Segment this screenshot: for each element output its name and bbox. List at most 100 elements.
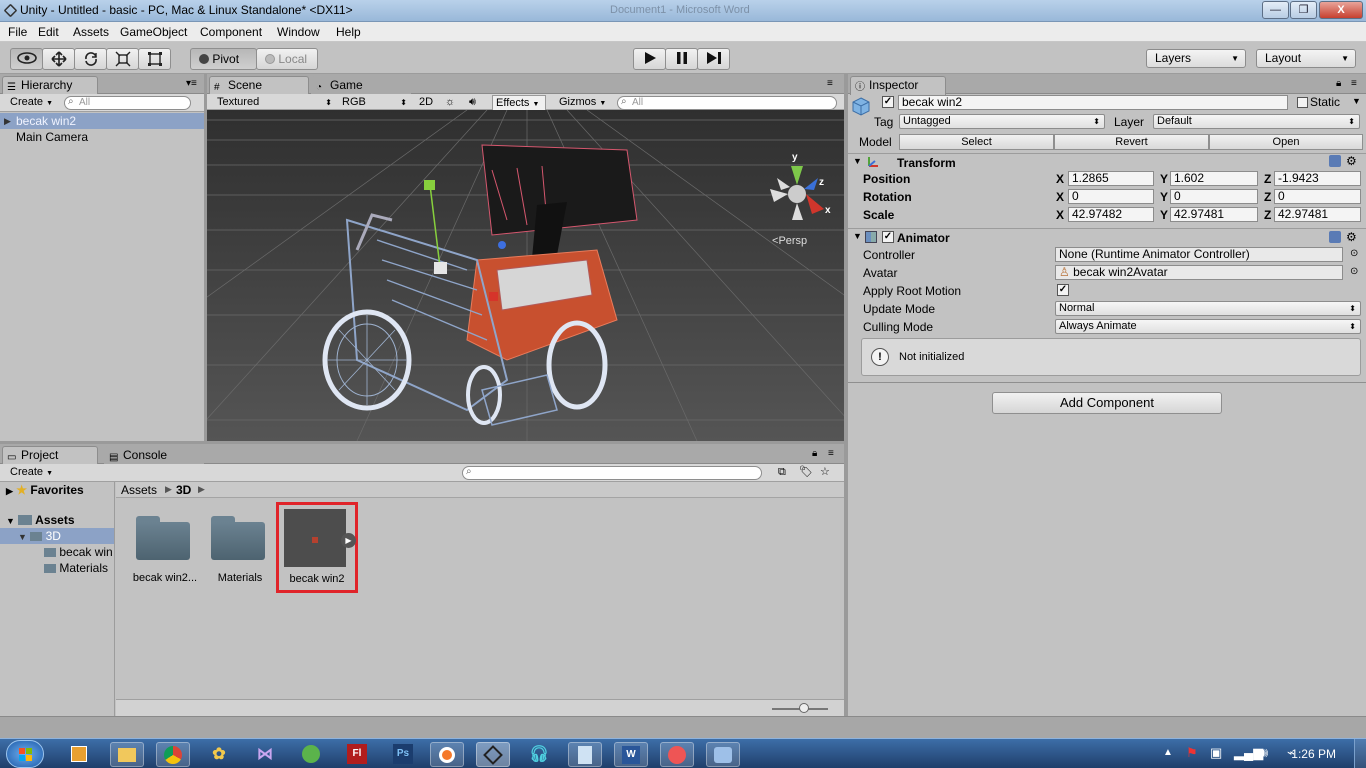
project-search-input[interactable]: ⌕ xyxy=(462,466,762,480)
menu-window[interactable]: Window xyxy=(277,25,320,39)
tag-dropdown[interactable]: Untagged ⬍ xyxy=(899,114,1105,129)
move-tool-button[interactable] xyxy=(42,48,75,70)
step-button[interactable] xyxy=(697,48,730,70)
help-book-icon[interactable] xyxy=(1329,231,1341,243)
scene-3d-view[interactable]: y z x <Persp xyxy=(207,110,844,441)
close-button[interactable]: X xyxy=(1319,1,1363,19)
tab-scene[interactable]: # Scene xyxy=(209,76,309,95)
clock[interactable]: 1:26 PM xyxy=(1291,747,1336,761)
scale-tool-button[interactable] xyxy=(106,48,139,70)
layout-dropdown[interactable]: Layout ▼ xyxy=(1256,49,1356,68)
chevron-down-icon[interactable]: ▼ xyxy=(6,516,15,526)
lock-icon[interactable]: 🔒︎ xyxy=(1336,78,1341,89)
asset-prefab-becak-win2[interactable]: ▶ becak win2 xyxy=(276,502,358,593)
effects-dropdown[interactable]: Effects ▼ xyxy=(492,95,546,111)
tray-flag-icon[interactable]: ⚑ xyxy=(1186,745,1198,761)
tray-volume-icon[interactable]: 🔊︎ xyxy=(1260,745,1268,761)
gizmos-dropdown[interactable]: Gizmos ▼ xyxy=(559,95,606,111)
filter-by-label-icon[interactable]: 🏷︎ xyxy=(799,465,813,481)
chevron-down-icon[interactable]: ▼ xyxy=(18,532,27,542)
filter-by-type-icon[interactable]: ⧉ xyxy=(778,465,786,481)
taskbar-media-player[interactable] xyxy=(62,742,96,767)
animator-enabled-checkbox[interactable]: ✓ xyxy=(882,231,894,243)
splitter[interactable] xyxy=(204,74,207,441)
tree-becak-folder[interactable]: becak win xyxy=(44,544,114,560)
controller-field[interactable]: None (Runtime Animator Controller) xyxy=(1055,247,1343,262)
foldout-icon[interactable]: ▼ xyxy=(853,231,862,241)
expand-arrow-icon[interactable]: ▶ xyxy=(341,533,356,548)
tray-expand-icon[interactable]: ▲ xyxy=(1163,747,1173,758)
menu-gameobject[interactable]: GameObject xyxy=(120,25,187,39)
scale-z-field[interactable]: 42.97481 xyxy=(1274,207,1361,222)
pivot-toggle[interactable]: Pivot xyxy=(190,48,257,70)
taskbar-app-settings[interactable] xyxy=(706,742,740,767)
model-select-button[interactable]: Select xyxy=(899,134,1054,150)
tab-console[interactable]: ▤ Console xyxy=(104,446,204,464)
object-name-field[interactable]: becak win2 xyxy=(898,95,1288,110)
object-picker-icon[interactable]: ⊙ xyxy=(1350,266,1358,277)
rotation-z-field[interactable]: 0 xyxy=(1274,189,1361,204)
tab-hierarchy[interactable]: ☰ Hierarchy xyxy=(2,76,98,95)
menu-edit[interactable]: Edit xyxy=(38,25,59,39)
chevron-right-icon[interactable]: ▶ xyxy=(4,113,11,129)
breadcrumb-3d[interactable]: 3D xyxy=(176,483,191,497)
taskbar-flash[interactable]: Fl xyxy=(340,742,374,767)
lighting-toggle-icon[interactable]: ☼ xyxy=(445,95,455,111)
position-z-field[interactable]: -1.9423 xyxy=(1274,171,1361,186)
transform-header[interactable]: ▼ Transform ⚙ xyxy=(848,153,1366,171)
add-component-button[interactable]: Add Component xyxy=(992,392,1222,414)
asset-folder-materials[interactable]: Materials xyxy=(205,514,275,584)
star-icon[interactable]: ☆ xyxy=(820,465,830,481)
position-y-field[interactable]: 1.602 xyxy=(1170,171,1258,186)
rotation-x-field[interactable]: 0 xyxy=(1068,189,1154,204)
tab-game[interactable]: ◔ Game xyxy=(311,76,411,94)
taskbar-word[interactable]: W xyxy=(614,742,648,767)
panel-menu-icon[interactable]: ≡ xyxy=(827,78,833,89)
taskbar-notepad[interactable] xyxy=(568,742,602,767)
scale-y-field[interactable]: 42.97481 xyxy=(1170,207,1258,222)
lock-icon[interactable]: 🔒︎ xyxy=(812,448,817,459)
taskbar-headphones[interactable]: 🎧︎ xyxy=(522,742,556,767)
asset-folder-becak[interactable]: becak win2... xyxy=(130,514,200,584)
taskbar-app-people[interactable]: ✿ xyxy=(202,742,236,767)
root-motion-checkbox[interactable]: ✓ xyxy=(1057,284,1069,296)
tree-assets[interactable]: ▼ Assets xyxy=(6,512,75,528)
tab-inspector[interactable]: ⓘ Inspector xyxy=(850,76,946,95)
chevron-down-icon[interactable]: ▼ xyxy=(1352,96,1361,106)
taskbar-unity[interactable] xyxy=(476,742,510,767)
chevron-right-icon[interactable]: ▶ xyxy=(6,486,13,496)
list-item[interactable]: Main Camera xyxy=(0,129,204,145)
rotate-tool-button[interactable] xyxy=(74,48,107,70)
play-button[interactable] xyxy=(633,48,666,70)
local-toggle[interactable]: Local xyxy=(256,48,318,70)
menu-assets[interactable]: Assets xyxy=(73,25,109,39)
hierarchy-create-dropdown[interactable]: Create ▼ xyxy=(10,95,53,111)
persp-label[interactable]: <Persp xyxy=(772,235,807,247)
zoom-slider-thumb[interactable] xyxy=(799,703,809,713)
maximize-button[interactable]: ❐ xyxy=(1290,1,1317,19)
tray-device-icon[interactable]: ▣ xyxy=(1210,745,1222,761)
panel-menu-icon[interactable]: ▾≡ xyxy=(186,78,197,89)
tab-project[interactable]: ▭ Project xyxy=(2,446,98,465)
taskbar-app-red[interactable] xyxy=(660,742,694,767)
tree-3d[interactable]: ▼ 3D xyxy=(0,528,114,544)
shading-mode-dropdown[interactable]: Textured ⬍ xyxy=(217,95,332,111)
view-tool-button[interactable] xyxy=(10,48,43,70)
help-book-icon[interactable] xyxy=(1329,155,1341,167)
position-x-field[interactable]: 1.2865 xyxy=(1068,171,1154,186)
breadcrumb-assets[interactable]: Assets xyxy=(121,483,157,497)
audio-toggle-icon[interactable]: 🔊︎ xyxy=(469,95,476,111)
tree-materials[interactable]: Materials xyxy=(44,560,108,576)
project-create-dropdown[interactable]: Create ▼ xyxy=(10,465,53,481)
scene-viewport[interactable]: y z x <Persp xyxy=(207,110,844,441)
list-item[interactable]: ▶ becak win2 xyxy=(0,113,204,129)
active-checkbox[interactable]: ✓ xyxy=(882,96,894,108)
rect-tool-button[interactable] xyxy=(138,48,171,70)
start-button[interactable] xyxy=(6,740,44,768)
tree-favorites[interactable]: ▶ ★ Favorites xyxy=(6,482,84,498)
2d-toggle[interactable]: 2D xyxy=(419,95,433,111)
minimize-button[interactable]: — xyxy=(1262,1,1289,19)
menu-component[interactable]: Component xyxy=(200,25,262,39)
menu-file[interactable]: File xyxy=(8,25,27,39)
panel-menu-icon[interactable]: ≡ xyxy=(1351,78,1357,89)
